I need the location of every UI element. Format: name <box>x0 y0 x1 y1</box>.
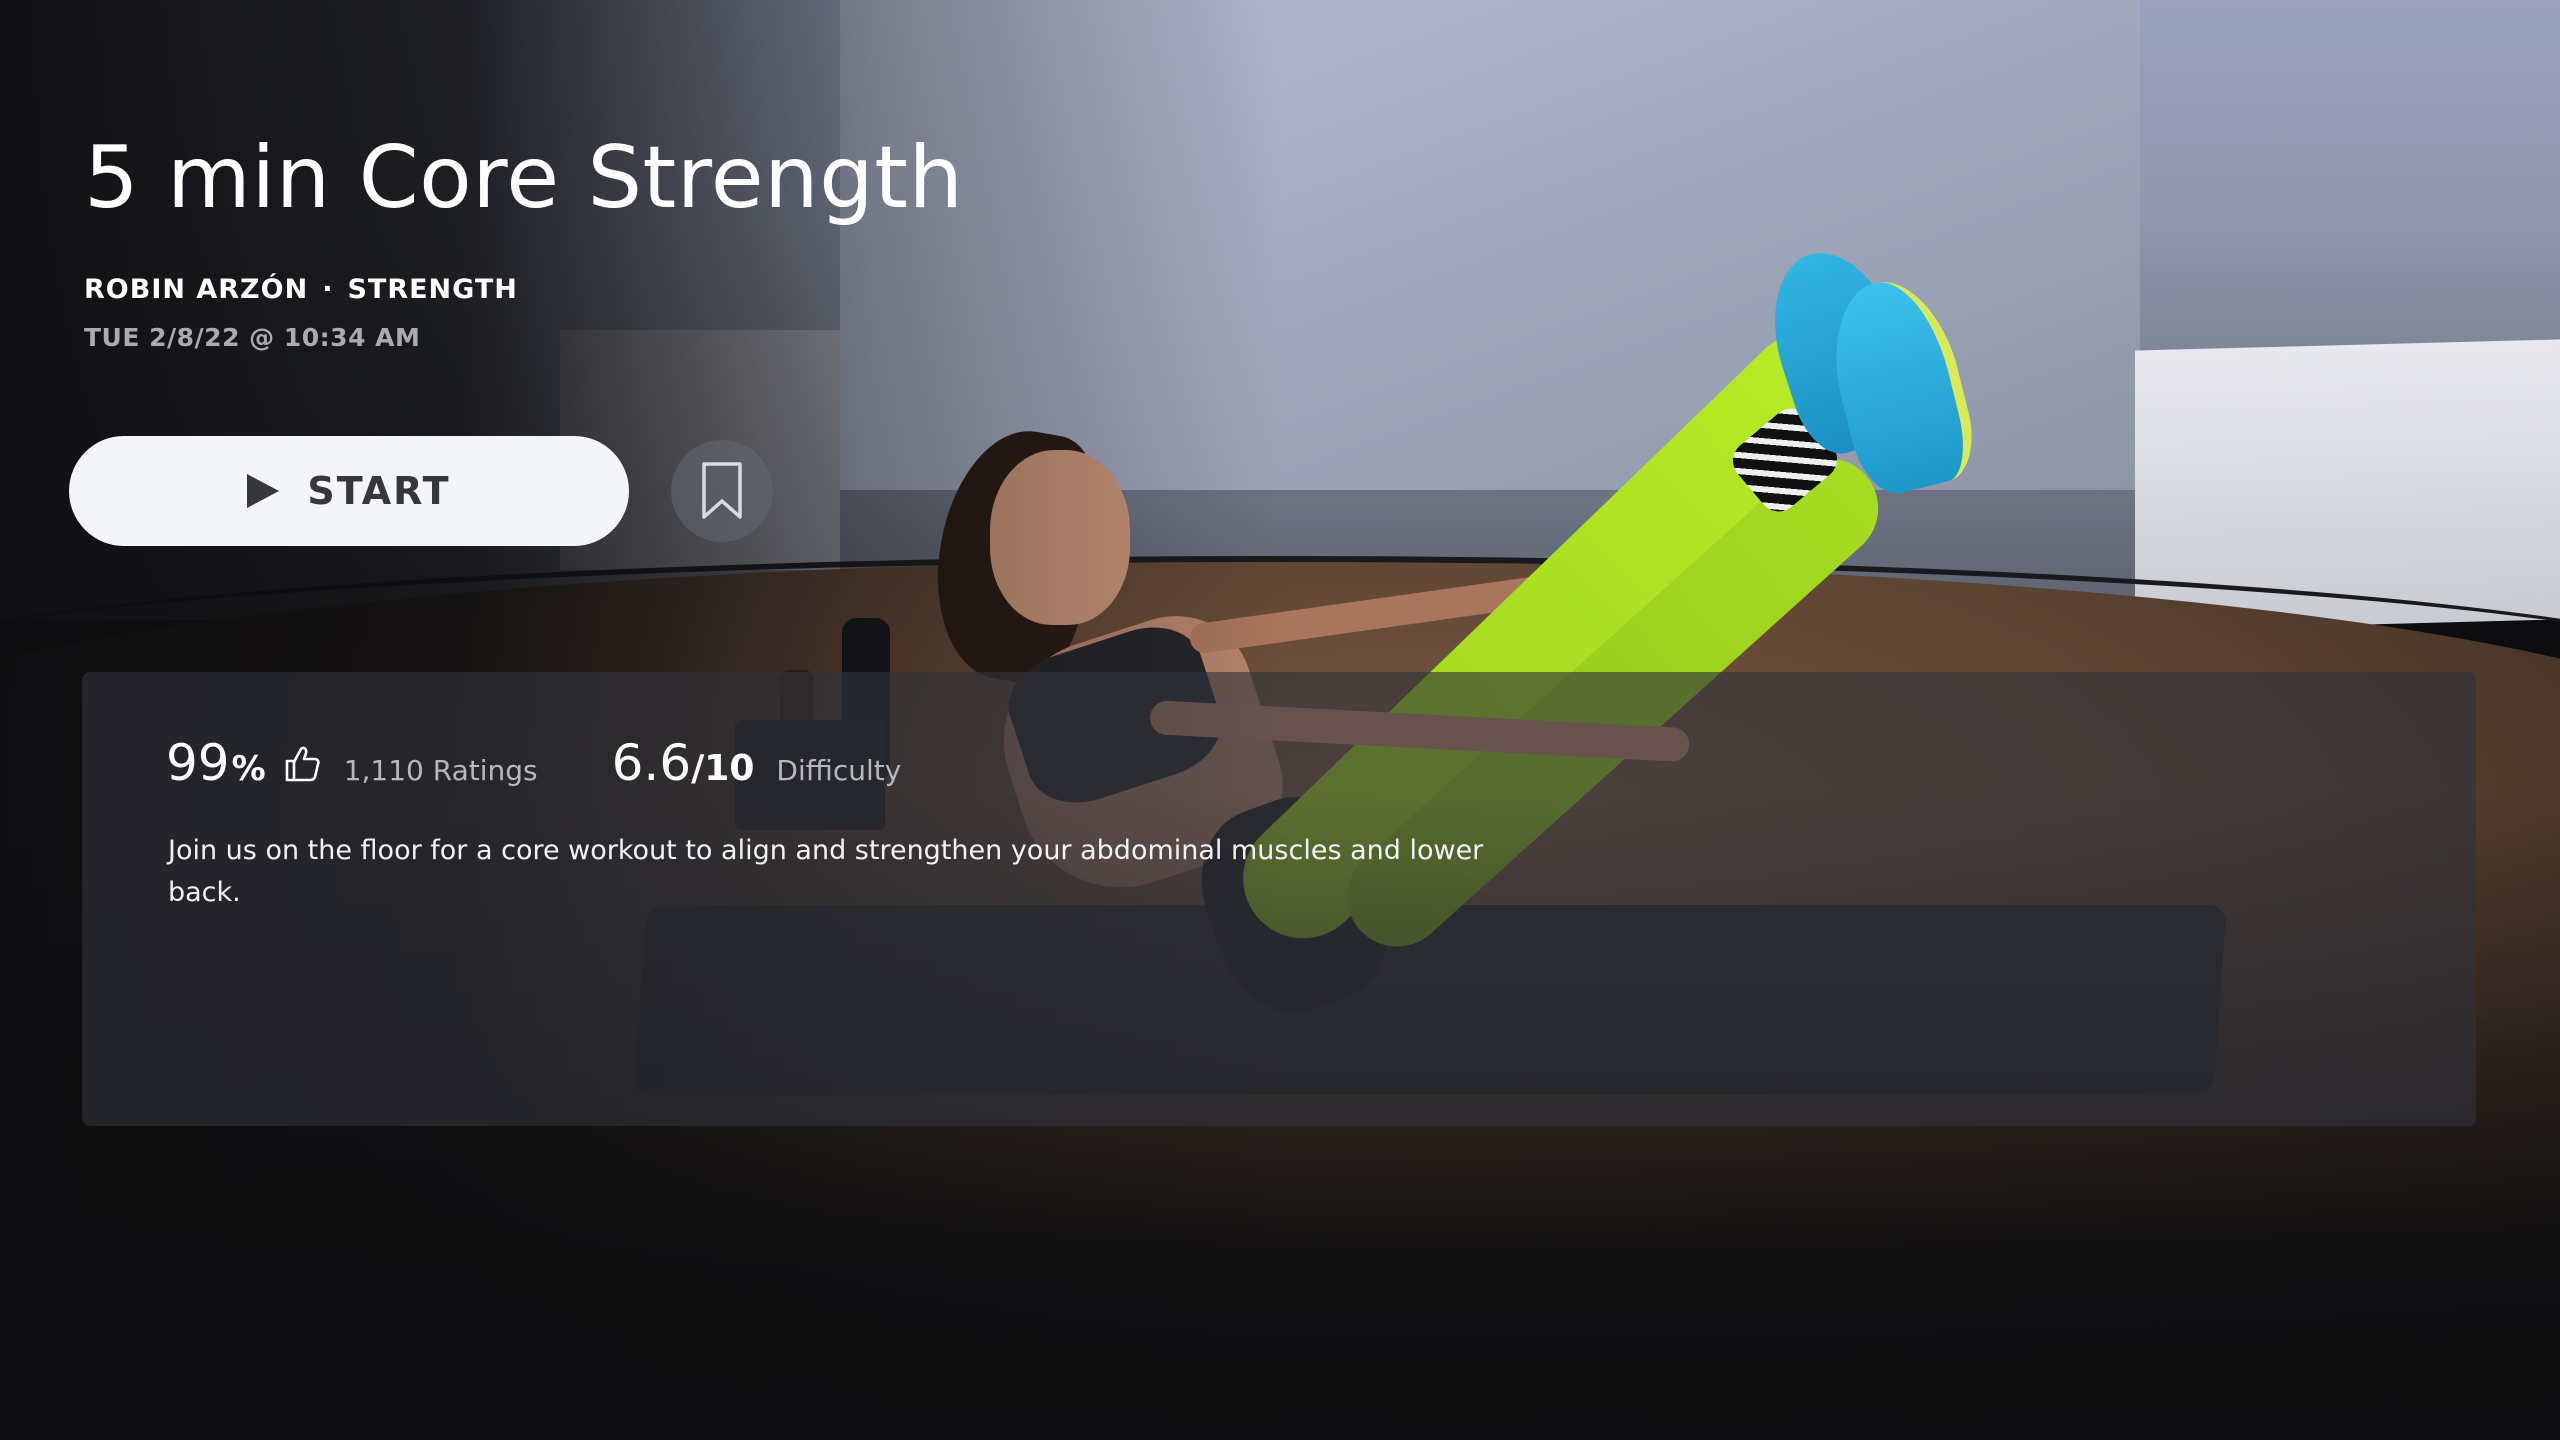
class-info-panel: 99% 1,110 Ratings 6.6/10 Difficulty Join… <box>82 672 2476 1126</box>
rating-percentage: 99% <box>166 734 266 792</box>
instructor-name: ROBIN ARZÓN <box>84 274 309 305</box>
class-stats: 99% 1,110 Ratings 6.6/10 Difficulty <box>166 734 901 792</box>
difficulty-score: 6.6/10 <box>612 734 755 792</box>
meta-separator: · <box>322 274 334 305</box>
rating-unit: % <box>231 749 266 789</box>
difficulty-scale: /10 <box>691 748 755 789</box>
class-air-date: TUE 2/8/22 @ 10:34 AM <box>84 323 421 352</box>
start-label: START <box>307 469 451 513</box>
difficulty-number: 6.6 <box>611 734 692 792</box>
start-button[interactable]: START <box>69 436 629 546</box>
ratings-count: 1,110 Ratings <box>343 754 538 787</box>
rating-number: 99 <box>166 734 230 792</box>
thumbs-up-icon <box>282 744 322 788</box>
bookmark-button[interactable] <box>671 440 773 542</box>
play-icon <box>247 474 280 508</box>
class-category: STRENGTH <box>347 274 518 305</box>
bookmark-icon <box>702 462 742 519</box>
class-title: 5 min Core Strength <box>84 128 964 228</box>
class-detail-screen: 5 min Core Strength ROBIN ARZÓN · STRENGTH… <box>0 0 2560 1440</box>
difficulty-label: Difficulty <box>776 754 902 787</box>
class-description: Join us on the floor for a core workout … <box>168 835 1484 908</box>
class-meta: ROBIN ARZÓN · STRENGTH <box>84 274 518 305</box>
